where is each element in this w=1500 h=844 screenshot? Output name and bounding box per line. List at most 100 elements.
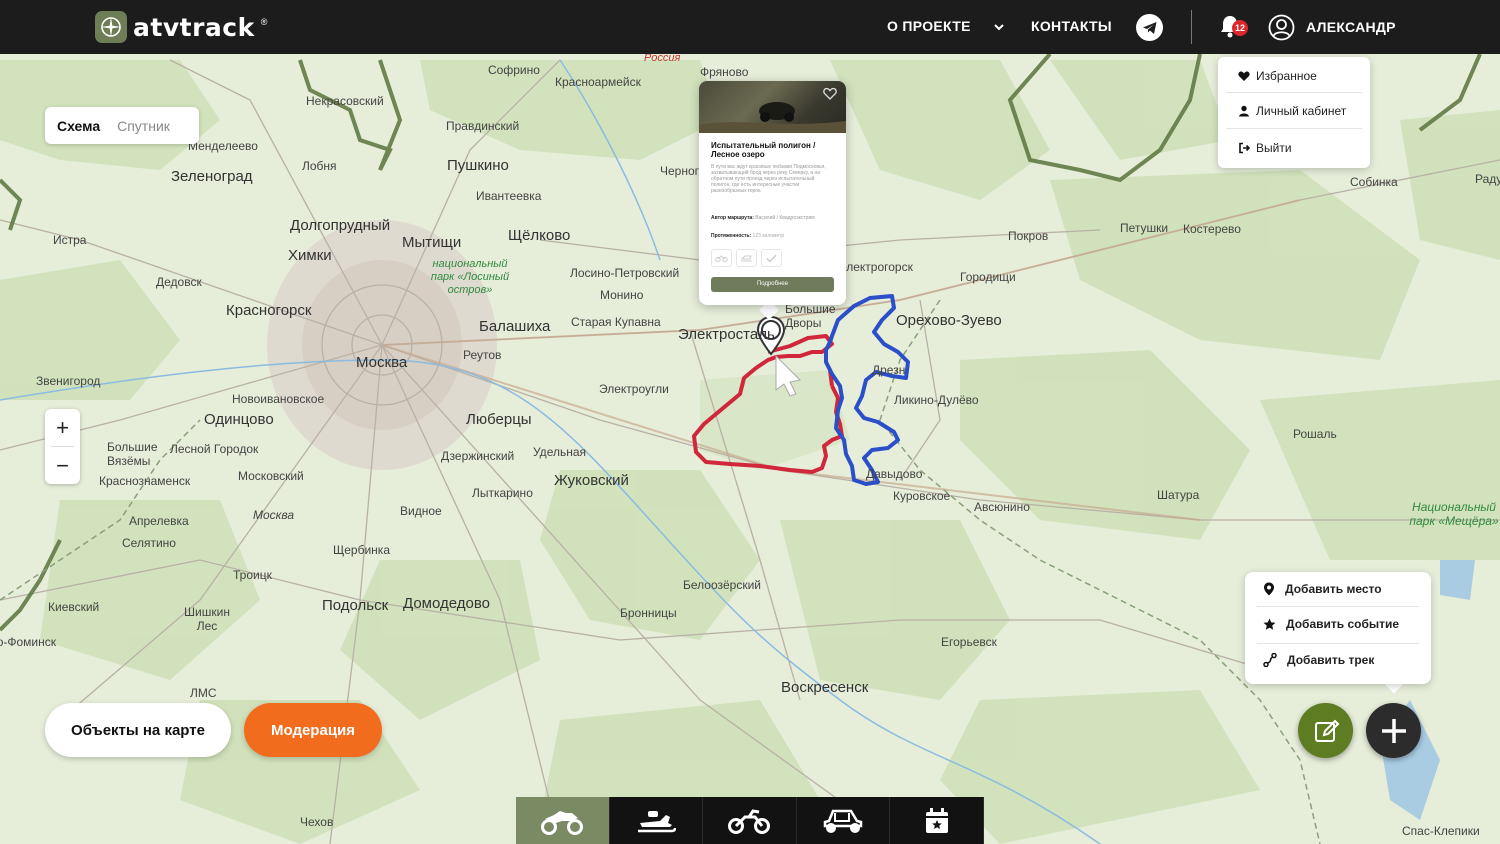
top-navigation-bar: atvtrack ® О ПРОЕКТЕ КОНТАКТЫ 12 АЛЕКСАН… (0, 0, 1500, 54)
town-label: Большие Вязёмы (107, 440, 158, 468)
zoom-out-button[interactable]: − (45, 447, 80, 484)
town-label: Ивантеевка (476, 189, 542, 203)
park-label: национальный парк «Лосиный остров» (430, 258, 510, 296)
town-label: Дрезна (872, 363, 906, 377)
zoom-control: + − (45, 409, 80, 484)
header-divider (1191, 10, 1192, 44)
town-label: Москва (253, 508, 295, 522)
town-label: Новоивановское (232, 392, 325, 406)
town-label: Щербинка (333, 543, 390, 557)
route-author: Автор маршрута: Василий / Квадроэкстрим (711, 215, 836, 221)
telegram-icon[interactable] (1136, 14, 1163, 41)
edit-fab-button[interactable] (1298, 703, 1353, 758)
user-dropdown-menu: Избранное Личный кабинет Выйти (1218, 57, 1370, 168)
logout-icon (1239, 142, 1250, 154)
filter-snowmobile-button[interactable] (610, 797, 704, 844)
add-menu-label: Добавить трек (1287, 653, 1375, 667)
town-label: Москва (356, 354, 408, 371)
zoom-in-button[interactable]: + (45, 409, 80, 446)
menu-item-logout[interactable]: Выйти (1238, 141, 1292, 155)
author-label: Автор маршрута: (711, 215, 754, 221)
logo[interactable]: atvtrack ® (95, 11, 267, 43)
add-place-item[interactable]: Добавить место (1263, 582, 1382, 596)
town-label: Куровское (893, 489, 951, 503)
layer-satellite-tab[interactable]: Спутник (100, 118, 170, 134)
town-label: ЛМС (190, 686, 217, 700)
town-label: Старая Купавна (571, 315, 661, 329)
town-label: Долгопрудный (290, 217, 391, 234)
map-objects-button[interactable]: Объекты на карте (45, 703, 231, 757)
town-label: Подольск (322, 597, 389, 614)
town-label: Щёлково (508, 227, 571, 244)
town-label: Балашиха (479, 318, 551, 335)
town-label: Монино (600, 288, 644, 302)
length-value: 123 километр (752, 233, 785, 239)
logo-compass-icon (95, 11, 127, 43)
user-avatar-icon[interactable] (1268, 14, 1295, 46)
menu-item-profile[interactable]: Личный кабинет (1238, 104, 1346, 118)
logo-registered-mark: ® (260, 17, 268, 27)
route-description: В пути вас ждут красивые пейзажи Подмоск… (711, 164, 826, 194)
town-label: Лесной Городок (170, 442, 259, 456)
town-label: Видное (400, 504, 442, 518)
town-label: Собинка (1350, 175, 1398, 189)
snowmobile-icon (637, 810, 676, 832)
town-label: Мытищи (402, 234, 462, 251)
favorite-heart-icon[interactable] (823, 87, 837, 105)
menu-item-favorites[interactable]: Избранное (1238, 69, 1317, 83)
filter-motorcycle-button[interactable] (703, 797, 797, 844)
star-icon (1263, 618, 1276, 630)
motorcycle-icon (728, 808, 771, 834)
filter-atv-button[interactable] (516, 797, 610, 844)
town-label: Некрасовский (306, 94, 384, 108)
add-event-item[interactable]: Добавить событие (1263, 617, 1399, 631)
town-label: Лосино-Петровский (570, 266, 680, 280)
nav-contacts[interactable]: КОНТАКТЫ (1031, 18, 1112, 34)
town-label: Звенигород (36, 374, 101, 388)
town-label: Реутов (463, 348, 502, 362)
town-label: Черноголовка (660, 164, 700, 178)
layer-scheme-tab[interactable]: Схема (45, 118, 100, 134)
nav-about[interactable]: О ПРОЕКТЕ (887, 18, 971, 34)
town-label: Пушкино (447, 157, 509, 174)
town-label: Давыдово (866, 467, 923, 481)
route-length: Протяженность: 123 километр (711, 233, 784, 239)
notification-badge: 12 (1232, 20, 1248, 36)
details-button[interactable]: Подробнее (711, 277, 834, 292)
heart-icon (1238, 71, 1250, 81)
town-label: Московский (238, 469, 304, 483)
town-label: Дедовск (156, 275, 202, 289)
town-label: Краснознаменск (99, 474, 191, 488)
town-label: Лыткарино (472, 486, 533, 500)
town-label: Рошаль (1293, 427, 1337, 441)
vehicle-tags (711, 249, 782, 267)
add-track-item[interactable]: Добавить трек (1263, 653, 1374, 667)
plus-icon (1381, 718, 1406, 743)
town-label: Костерево (1183, 222, 1241, 236)
town-label: Бронницы (620, 606, 677, 620)
town-label: Орехово-Зуево (896, 312, 1002, 329)
chevron-down-icon[interactable] (993, 20, 1005, 38)
add-fab-button[interactable] (1366, 703, 1421, 758)
author-value[interactable]: Василий / Квадроэкстрим (755, 215, 814, 221)
moderation-button[interactable]: Модерация (244, 703, 382, 757)
user-name[interactable]: АЛЕКСАНДР (1306, 19, 1396, 35)
calendar-star-icon (925, 807, 948, 833)
route-popup-card: Испытательный полигон / Лесное озеро В п… (699, 81, 846, 305)
town-label: Наро-Фоминск (0, 635, 56, 649)
town-label: Электрогорск (838, 260, 913, 274)
atv-icon (541, 810, 584, 835)
town-label: Петушки (1120, 221, 1169, 235)
vehicle-filter-bar (516, 797, 984, 844)
add-menu-divider (1257, 606, 1419, 607)
person-icon (1239, 105, 1249, 117)
filter-buggy-button[interactable] (797, 797, 891, 844)
route-title: Испытательный полигон / Лесное озеро (711, 141, 816, 159)
track-icon (1263, 653, 1277, 667)
filter-events-button[interactable] (890, 797, 984, 844)
town-label: Селятино (122, 536, 176, 550)
town-label: Домодедово (403, 595, 490, 612)
menu-divider (1226, 92, 1362, 93)
town-label: Большие Дворы (785, 302, 836, 330)
add-menu: Добавить место Добавить событие Добавить… (1245, 572, 1431, 684)
